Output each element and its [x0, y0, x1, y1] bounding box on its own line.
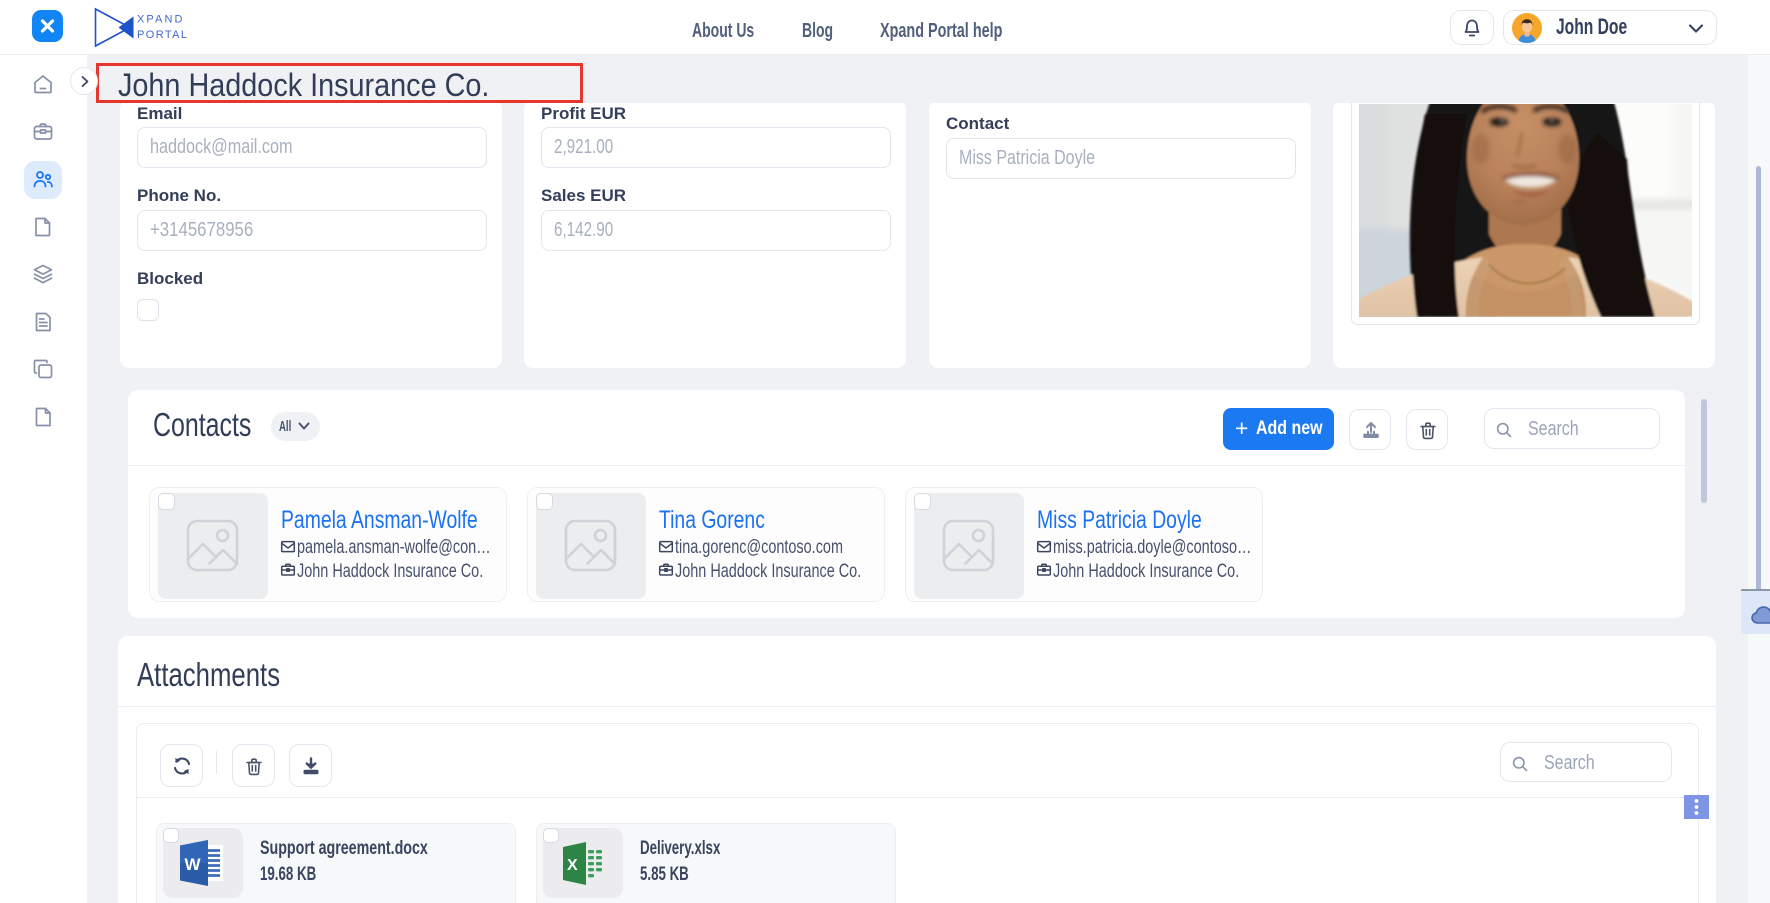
svg-text:X: X	[567, 857, 578, 874]
svg-text:W: W	[185, 855, 202, 874]
svg-text:XPAND: XPAND	[137, 14, 185, 26]
svg-text:PORTAL: PORTAL	[137, 29, 188, 41]
